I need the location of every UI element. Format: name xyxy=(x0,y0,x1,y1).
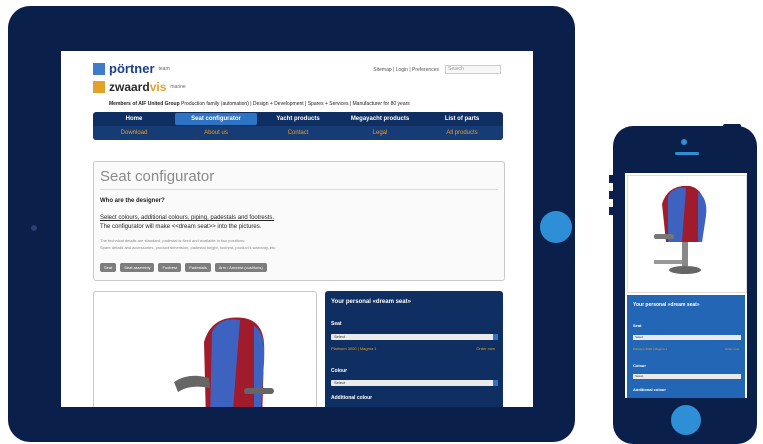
members-bold: Members of AIF United Group xyxy=(109,101,180,107)
logo-secondary-accent: vis xyxy=(149,80,167,94)
phone-colour-select[interactable]: Select xyxy=(633,374,741,379)
nav-main-row: Home Seat configurator Yacht products Me… xyxy=(93,112,503,126)
members-line: Members of AIF United Group Production f… xyxy=(109,101,410,107)
configurator-intro-panel: Seat configurator Who are the designer? … xyxy=(93,161,505,281)
phone-seat-preview xyxy=(627,175,747,293)
footrest-button[interactable]: Footrest xyxy=(158,263,182,272)
tablet-device: pörtner team zwaardvis marine Sitemap | … xyxy=(8,6,575,442)
top-bar: Sitemap | Login | Preferences Search xyxy=(373,65,501,74)
logo-zwaardvis[interactable]: zwaardvis marine xyxy=(93,80,186,94)
nav-sub-row: Download About us Contact Legal All prod… xyxy=(93,126,503,140)
phone-colour-label: Colour xyxy=(633,363,646,368)
nav-sub-all-products[interactable]: All products xyxy=(421,130,503,136)
padestals-button[interactable]: Padestals xyxy=(185,263,211,272)
seat-extra-link[interactable]: Order now xyxy=(476,346,495,351)
nav-sub-contact[interactable]: Contact xyxy=(257,130,339,136)
seat-illustration-icon xyxy=(174,317,274,407)
phone-seat-select[interactable]: Select xyxy=(633,335,741,340)
phone-camera xyxy=(681,139,687,145)
nav-sub-about[interactable]: About us xyxy=(175,130,257,136)
main-navigation: Home Seat configurator Yacht products Me… xyxy=(93,112,503,140)
phone-seat-extra-link[interactable]: Order now xyxy=(725,347,739,351)
logo-box-icon xyxy=(93,62,105,75)
question-heading: Who are the designer? xyxy=(100,198,165,204)
phone-screen: Your personal «dream seat» Seat Select P… xyxy=(625,173,747,398)
nav-item-home[interactable]: Home xyxy=(93,116,175,122)
armrest-button[interactable]: Arm / Armrest (cushions) xyxy=(214,263,267,272)
phone-seat-label: Seat xyxy=(633,323,642,328)
nav-item-yacht-products[interactable]: Yacht products xyxy=(257,116,339,122)
intro-line-2: The configurator will make <<dream seat>… xyxy=(100,224,262,230)
phone-dream-seat-panel: Your personal «dream seat» Seat Select P… xyxy=(627,295,745,398)
seat-preview xyxy=(93,291,317,407)
phone-speaker xyxy=(675,152,699,155)
phone-seat-info: Platinum 3000 | Magma 1 xyxy=(633,347,668,351)
nav-sub-download[interactable]: Download xyxy=(93,130,175,136)
logo-secondary-main: zwaard xyxy=(109,80,150,94)
search-input[interactable]: Search xyxy=(445,65,501,74)
phone-home-button[interactable] xyxy=(671,405,701,435)
nav-item-list-of-parts[interactable]: List of parts xyxy=(421,116,503,122)
colour-select[interactable]: Select xyxy=(331,380,498,386)
colour-label: Colour xyxy=(331,368,348,374)
intro-line-1: Select colours, additional colours, pipi… xyxy=(100,215,275,221)
members-rest: Production family (automation) | Design … xyxy=(181,101,410,107)
page-title: Seat configurator xyxy=(100,168,215,185)
seat-button[interactable]: Seat xyxy=(100,263,117,272)
logo-primary-text: pörtner xyxy=(109,61,155,76)
top-links[interactable]: Sitemap | Login | Preferences xyxy=(373,67,439,73)
divider xyxy=(100,189,498,190)
logo-primary-sub: team xyxy=(158,65,170,72)
tablet-home-button[interactable] xyxy=(540,211,572,243)
note-text: The technical details are standard, pade… xyxy=(100,237,276,251)
nav-sub-legal[interactable]: Legal xyxy=(339,130,421,136)
dream-seat-panel: Your personal «dream seat» Seat Select P… xyxy=(325,291,503,407)
seat-select[interactable]: Select xyxy=(331,334,498,340)
option-buttons: Seat Seat assembly Footrest Padestals Ar… xyxy=(100,263,267,272)
tablet-screen: pörtner team zwaardvis marine Sitemap | … xyxy=(61,51,533,407)
seat-label: Seat xyxy=(331,321,342,327)
tablet-camera xyxy=(31,225,37,231)
logo-box-icon xyxy=(93,81,105,93)
nav-item-megayacht-products[interactable]: Megayacht products xyxy=(339,116,421,122)
logo-secondary-text: zwaardvis xyxy=(109,80,166,94)
phone-panel-title: Your personal «dream seat» xyxy=(633,302,700,308)
phone-additional-colour-label: Additional colour xyxy=(633,387,666,392)
seat-assembly-button[interactable]: Seat assembly xyxy=(120,263,155,272)
seat-illustration-icon xyxy=(654,185,707,274)
logo-portner[interactable]: pörtner team xyxy=(93,61,170,76)
nav-item-seat-configurator[interactable]: Seat configurator xyxy=(175,113,257,125)
seat-info: Platinum 3000 | Magma 1 xyxy=(331,346,377,351)
intro-text: Select colours, additional colours, pipi… xyxy=(100,214,274,232)
logo-secondary-sub: marine xyxy=(170,84,186,90)
note-line-1: The technical details are standard, pade… xyxy=(100,238,246,243)
panel-title: Your personal «dream seat» xyxy=(331,299,411,305)
additional-colour-label: Additional colour xyxy=(331,395,373,401)
note-line-2: Spare details and accessories, product d… xyxy=(100,245,277,250)
